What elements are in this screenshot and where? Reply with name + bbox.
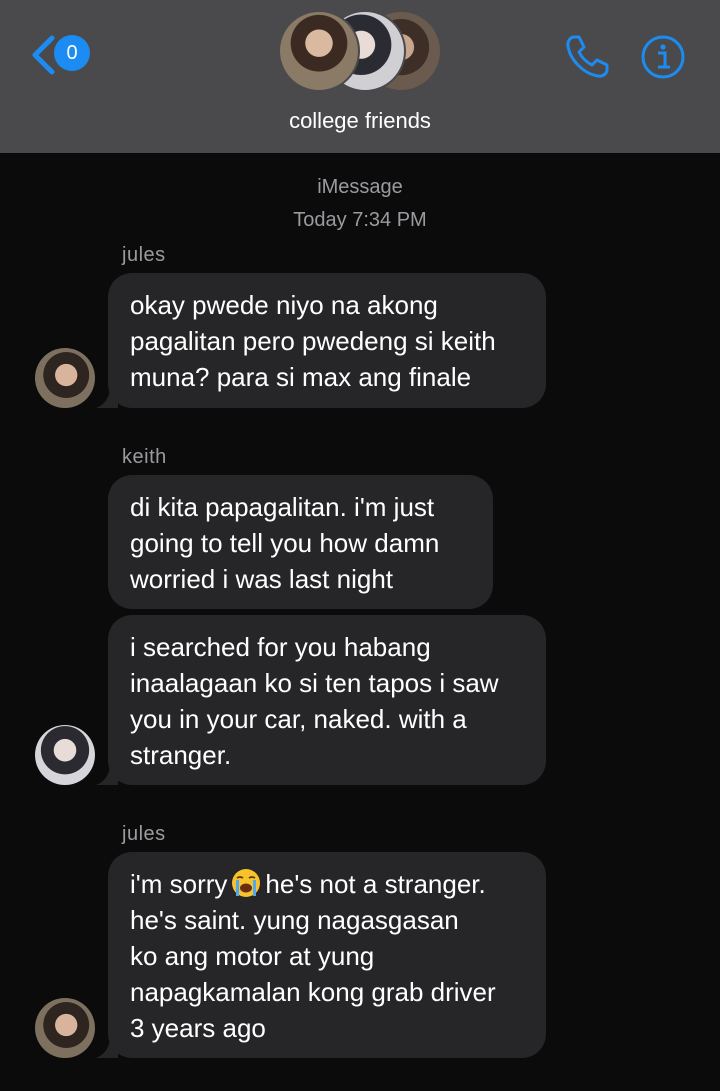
call-button[interactable]	[562, 32, 612, 82]
sender-name: keith	[122, 446, 167, 468]
message-text: he's not a stranger.	[265, 869, 486, 899]
avatar[interactable]	[35, 998, 95, 1058]
message-bubble[interactable]: di kita papagalitan. i'm just going to t…	[108, 475, 493, 609]
phone-icon	[566, 35, 609, 78]
messages-screen: 0 college friends iMessage Today 7:34 PM…	[0, 0, 720, 1091]
avatar[interactable]	[35, 725, 95, 785]
unread-count-badge: 0	[54, 35, 90, 71]
conversation-timestamp: Today 7:34 PM	[293, 209, 427, 231]
loudly-crying-face-icon	[232, 869, 261, 897]
sender-name: jules	[122, 823, 166, 845]
bubble-tail	[96, 1036, 118, 1058]
back-button[interactable]: 0	[28, 32, 98, 76]
message-bubble[interactable]: i searched for you habang inaalagaan ko …	[108, 615, 546, 785]
sender-name: jules	[122, 244, 166, 266]
avatar[interactable]	[35, 348, 95, 408]
message-bubble[interactable]: i'm sorry he's not a stranger. he's saint…	[108, 852, 546, 1058]
message-text: i'm sorry	[130, 869, 228, 899]
message-text: he's saint. yung nagasgasan ko ang motor…	[130, 905, 496, 1043]
avatar	[278, 10, 360, 92]
group-name[interactable]: college friends	[0, 108, 720, 134]
info-icon	[641, 35, 685, 79]
bubble-tail	[96, 386, 118, 408]
message-bubble[interactable]: okay pwede niyo na akong pagalitan pero …	[108, 273, 546, 408]
conversation-header: 0 college friends	[0, 0, 720, 153]
bubble-tail	[96, 763, 118, 785]
info-button[interactable]	[640, 34, 686, 80]
group-avatar-stack[interactable]	[278, 10, 442, 92]
service-label: iMessage	[317, 176, 403, 198]
